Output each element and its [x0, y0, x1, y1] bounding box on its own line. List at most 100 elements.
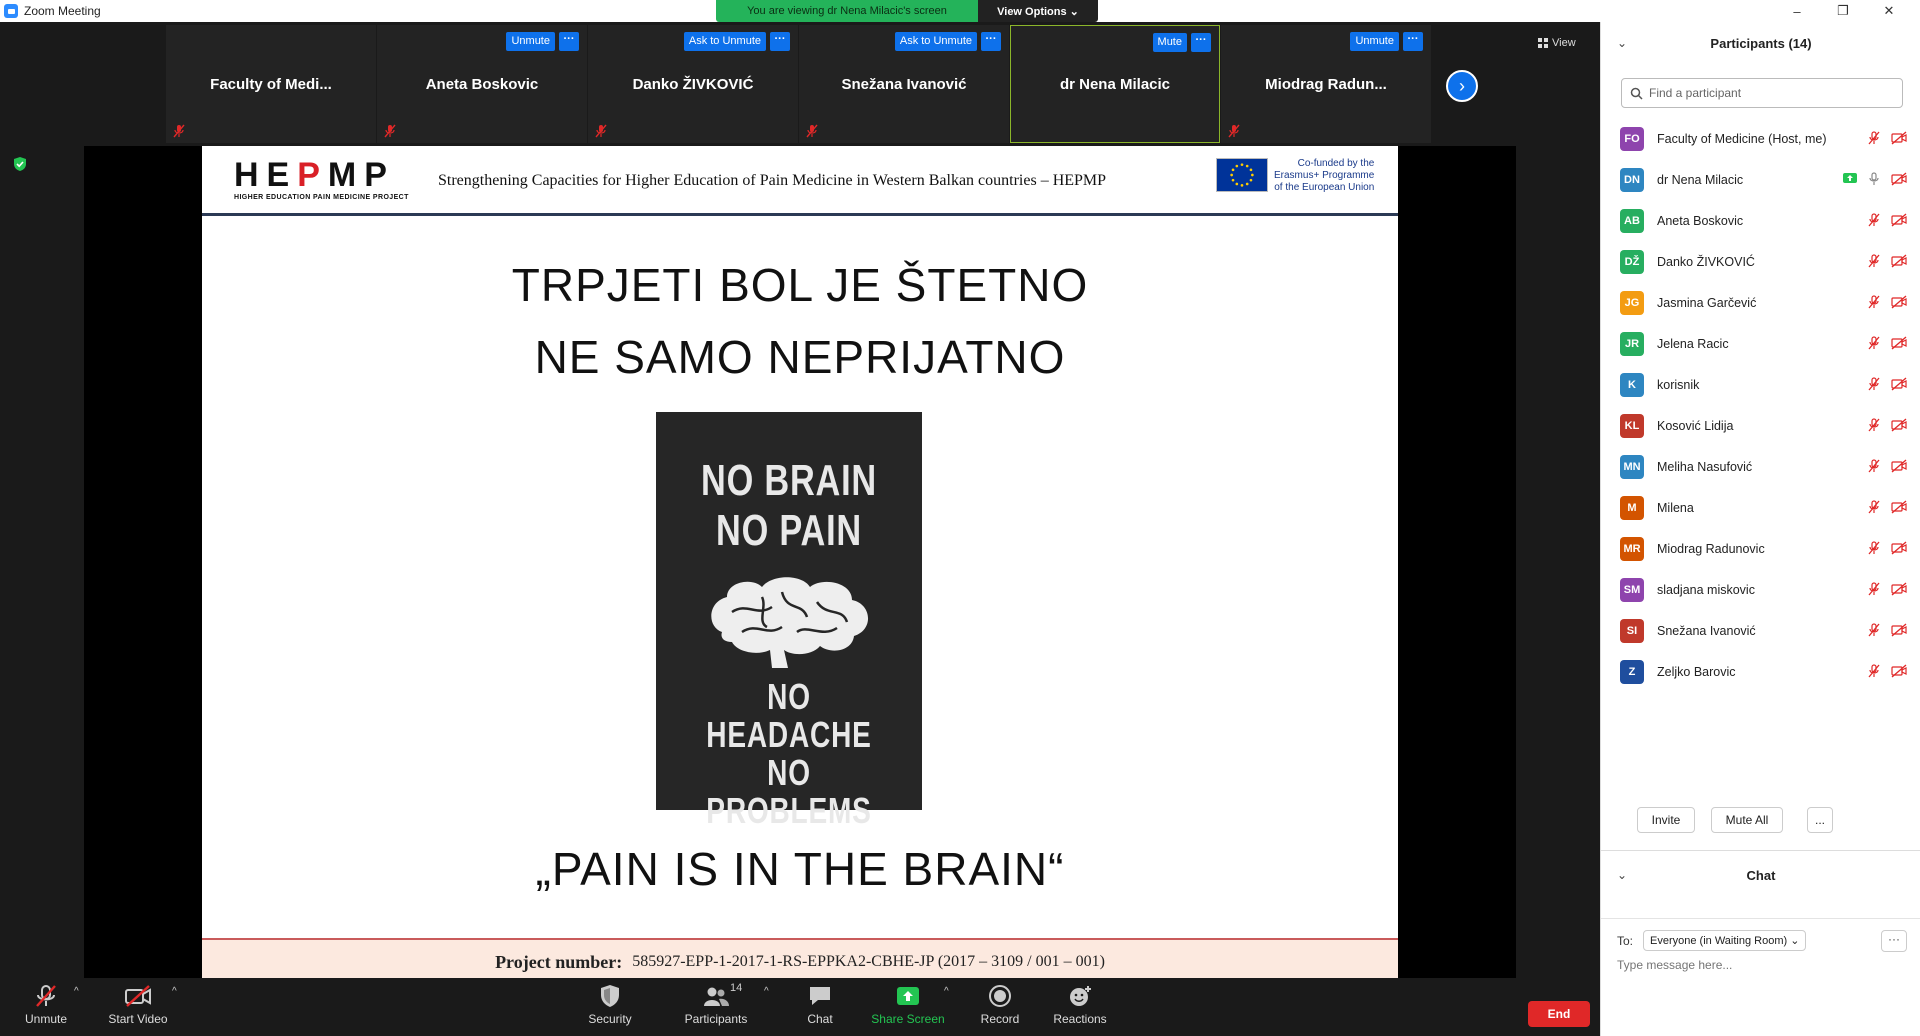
participant-search-input[interactable]: Find a participant — [1621, 78, 1903, 108]
zoom-app-icon — [4, 4, 18, 18]
security-shield-icon — [601, 985, 619, 1007]
project-number-value: 585927-EPP-1-2017-1-RS-EPPKA2-CBHE-JP (2… — [632, 953, 1105, 970]
video-tile[interactable]: Unmute ··· Aneta Boskovic — [377, 25, 587, 143]
tile-participant-name: Miodrag Radun... — [1265, 75, 1387, 93]
tile-participant-name: Snežana Ivanović — [841, 75, 967, 93]
tile-participant-name: Faculty of Medi... — [210, 75, 332, 93]
participant-row[interactable]: JG Jasmina Garčević — [1601, 282, 1920, 323]
muted-mic-icon — [805, 124, 819, 138]
tile-audio-button[interactable]: Unmute — [506, 32, 555, 51]
emoji-icon — [1070, 986, 1091, 1006]
chat-more-button[interactable]: ··· — [1881, 930, 1907, 952]
tile-more-button[interactable]: ··· — [1191, 33, 1211, 52]
participant-row[interactable]: Kkorisnik — [1601, 364, 1920, 405]
tile-audio-button[interactable]: Mute — [1152, 33, 1187, 52]
participant-name: sladjana miskovic — [1657, 582, 1755, 597]
tile-audio-button[interactable]: Ask to Unmute — [683, 32, 766, 51]
mic-icon — [1869, 172, 1879, 185]
minimize-button[interactable]: – — [1774, 0, 1820, 22]
invite-button[interactable]: Invite — [1637, 807, 1695, 833]
security-button[interactable]: Security — [570, 984, 650, 1026]
slide-quote: „PAIN IS IN THE BRAIN“ — [535, 843, 1065, 895]
mic-muted-icon — [1868, 623, 1880, 637]
participant-row[interactable]: MR Miodrag Radunovic — [1601, 528, 1920, 569]
record-button[interactable]: Record — [960, 984, 1040, 1026]
participant-name: Milena — [1657, 500, 1694, 515]
video-tile[interactable]: Ask to Unmute ··· Snežana Ivanović — [799, 25, 1009, 143]
video-options-caret[interactable]: ^ — [172, 986, 177, 997]
participant-row[interactable]: DŽ Danko ŽIVKOVIĆ — [1601, 241, 1920, 282]
next-page-button[interactable]: › — [1446, 70, 1478, 102]
chat-button[interactable]: Chat — [780, 984, 860, 1026]
participant-row[interactable]: Z Zeljko Barovic — [1601, 651, 1920, 692]
video-off-icon — [1891, 541, 1907, 555]
mute-all-button[interactable]: Mute All — [1711, 807, 1783, 833]
participant-row[interactable]: SM sladjana miskovic — [1601, 569, 1920, 610]
participant-name: Snežana Ivanović — [1657, 623, 1756, 638]
participant-avatar: AB — [1620, 208, 1644, 233]
mic-muted-icon — [1868, 213, 1880, 227]
participant-avatar: DN — [1620, 167, 1644, 192]
participants-button[interactable]: Participants — [676, 984, 756, 1026]
participant-row[interactable]: KL Kosović Lidija — [1601, 405, 1920, 446]
participant-avatar: DŽ — [1620, 249, 1644, 274]
tile-participant-name: Aneta Boskovic — [425, 75, 539, 93]
video-tile[interactable]: Ask to Unmute ··· Danko ŽIVKOVIĆ — [588, 25, 798, 143]
reactions-button[interactable]: Reactions — [1040, 984, 1120, 1026]
participant-name: korisnik — [1657, 377, 1700, 392]
chat-recipient-select[interactable]: Everyone (in Waiting Room) ⌄ — [1643, 930, 1807, 951]
chat-message-input[interactable] — [1617, 958, 1897, 972]
more-options-button[interactable]: ... — [1807, 807, 1833, 833]
mic-muted-icon — [36, 985, 56, 1007]
screen-sharing-icon — [1843, 173, 1857, 183]
participant-row[interactable]: AB Aneta Boskovic — [1601, 200, 1920, 241]
participant-name: Miodrag Radunovic — [1657, 541, 1765, 556]
video-tile[interactable]: Mute ··· dr Nena Milacic — [1010, 25, 1220, 143]
tile-more-button[interactable]: ··· — [559, 32, 579, 51]
mic-muted-icon — [1868, 582, 1880, 596]
close-button[interactable]: ✕ — [1866, 0, 1912, 22]
slide-header-title: Strengthening Capacities for Higher Educ… — [438, 172, 1107, 189]
participant-row[interactable]: SI Snežana Ivanović — [1601, 610, 1920, 651]
brain-poster-image: NO BRAIN NO PAIN NO HEADACHE NO PROBLEMS — [656, 412, 922, 830]
hepmp-logo: HEPMP HIGHER EDUCATION PAIN MEDICINE PRO… — [234, 156, 409, 201]
participant-avatar: K — [1620, 372, 1644, 397]
encryption-shield-icon[interactable] — [12, 156, 28, 172]
participant-avatar: SI — [1620, 618, 1644, 643]
maximize-button[interactable]: ❐ — [1820, 0, 1866, 22]
muted-mic-icon — [172, 124, 186, 138]
video-tile[interactable]: Faculty of Medi... — [166, 25, 376, 143]
tile-audio-button[interactable]: Unmute — [1350, 32, 1399, 51]
view-layout-button[interactable]: View — [1538, 32, 1590, 54]
participant-row[interactable]: FO Faculty of Medicine (Host, me) — [1601, 118, 1920, 159]
tile-more-button[interactable]: ··· — [981, 32, 1001, 51]
brain-icon — [711, 577, 869, 668]
tile-audio-button[interactable]: Ask to Unmute — [894, 32, 977, 51]
view-options-button[interactable]: View Options ⌄ — [978, 0, 1098, 22]
participant-avatar: MR — [1620, 536, 1644, 561]
video-off-icon — [1891, 254, 1907, 268]
participant-row[interactable]: MN Meliha Nasufović — [1601, 446, 1920, 487]
slide-heading-line-2: NE SAMO NEPRIJATNO — [534, 331, 1066, 383]
participant-name: Meliha Nasufović — [1657, 459, 1753, 474]
share-options-caret[interactable]: ^ — [944, 986, 949, 997]
participant-avatar: KL — [1620, 413, 1644, 438]
tile-participant-name: dr Nena Milacic — [1059, 75, 1171, 93]
video-tile[interactable]: Unmute ··· Miodrag Radun... — [1221, 25, 1431, 143]
participant-row[interactable]: JR Jelena Racic — [1601, 323, 1920, 364]
mic-muted-icon — [1868, 336, 1880, 350]
meeting-main-area: Faculty of Medi... Unmute ··· Aneta Boskovi… — [0, 22, 1600, 984]
end-meeting-button[interactable]: End — [1528, 1001, 1590, 1027]
start-video-button[interactable]: Start Video — [98, 984, 178, 1026]
participant-row[interactable]: M Milena — [1601, 487, 1920, 528]
participants-options-caret[interactable]: ^ — [764, 986, 769, 997]
mic-muted-icon — [1868, 500, 1880, 514]
participant-name: Kosović Lidija — [1657, 418, 1734, 433]
audio-options-caret[interactable]: ^ — [74, 986, 79, 997]
participant-name: Jasmina Garčević — [1657, 295, 1757, 310]
share-screen-button[interactable]: Share Screen — [868, 984, 948, 1026]
participant-row[interactable]: DN dr Nena Milacic — [1601, 159, 1920, 200]
tile-more-button[interactable]: ··· — [770, 32, 790, 51]
participant-avatar: Z — [1620, 659, 1644, 684]
tile-more-button[interactable]: ··· — [1403, 32, 1423, 51]
